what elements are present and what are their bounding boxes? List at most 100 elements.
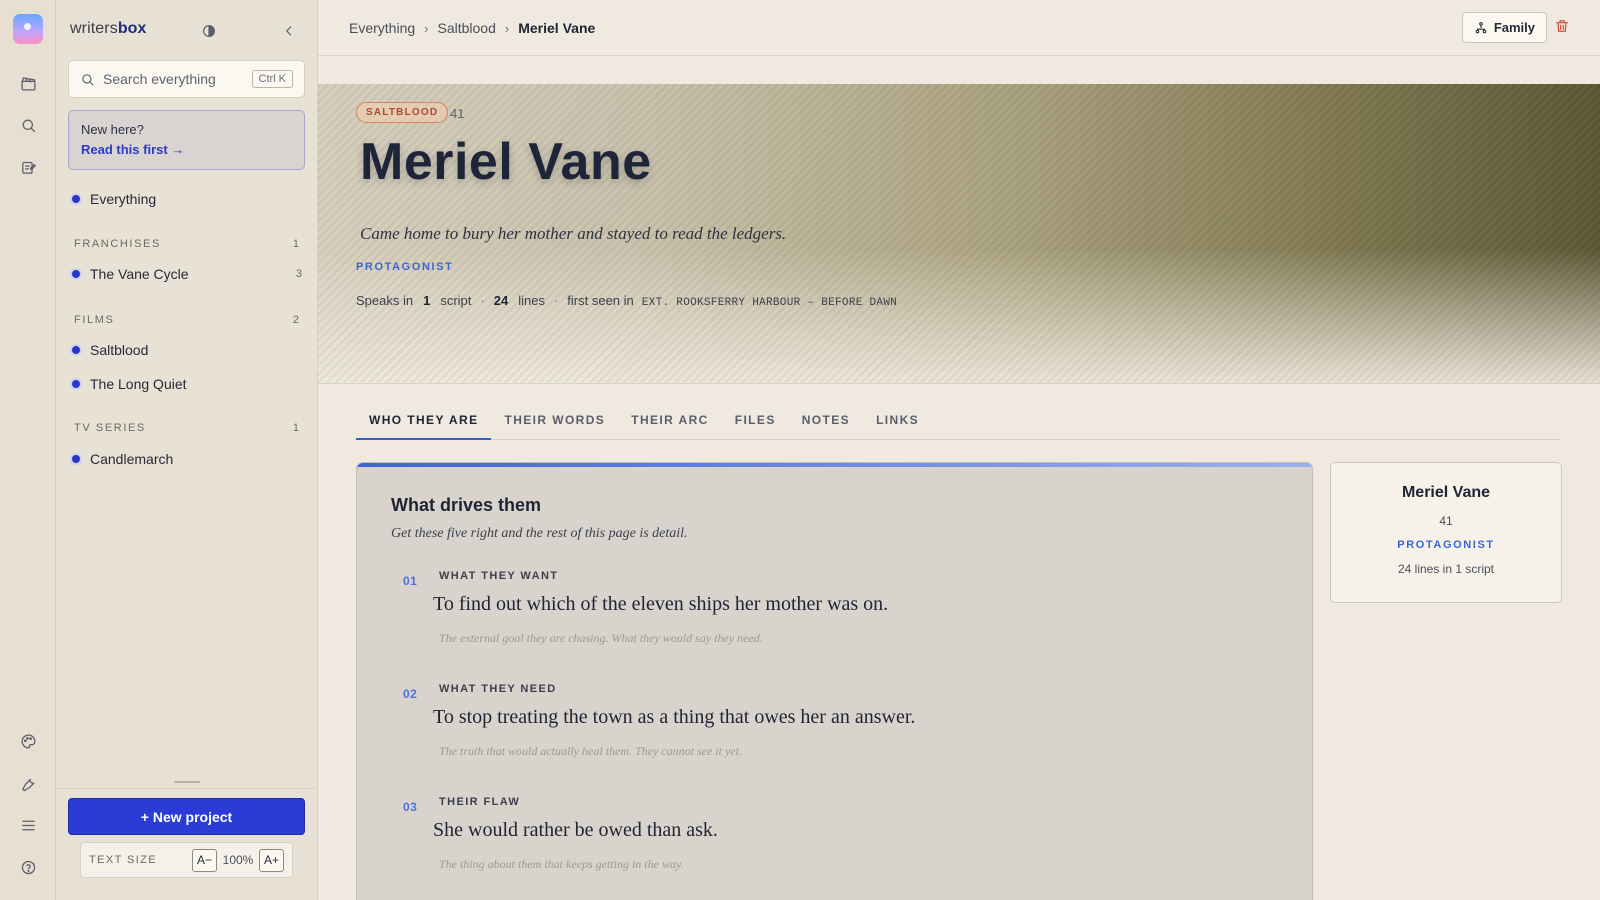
tab-their-words[interactable]: THEIR WORDS — [491, 406, 618, 440]
drive-value[interactable]: She would rather be owed than ask. — [433, 819, 718, 842]
sidebar-item-candlemarch[interactable]: Candlemarch — [72, 451, 173, 467]
brand-plain: writers — [70, 20, 118, 37]
project-dot — [72, 270, 80, 278]
summary-lines: 24 lines in 1 script — [1397, 562, 1495, 576]
resize-handle[interactable] — [174, 781, 200, 783]
delete-icon[interactable] — [1554, 18, 1574, 38]
sidebar-item-everything[interactable]: Everything — [72, 191, 156, 207]
speaks-prefix: Speaks in — [356, 293, 414, 308]
sidebar-item-label: Candlemarch — [90, 451, 174, 467]
sidebar-item-the-long-quiet[interactable]: The Long Quiet — [72, 376, 187, 392]
drives-title: What drives them — [391, 495, 542, 515]
palette-icon[interactable] — [16, 729, 40, 753]
first-seen-prefix: first seen in — [567, 293, 634, 308]
sidebar-item-saltblood[interactable]: Saltblood — [72, 342, 148, 358]
character-age: 41 — [450, 106, 465, 121]
main-content: Everything › Saltblood › Meriel Vane Fam… — [318, 0, 1600, 900]
group-label: FILMS — [74, 314, 115, 326]
collapse-sidebar-icon[interactable] — [278, 20, 300, 42]
search-shortcut-hint: Ctrl K — [251, 70, 293, 88]
clapperboard-icon[interactable] — [16, 71, 40, 95]
group-count: 1 — [292, 422, 299, 434]
drives-subtitle: Get these five right and the rest of thi… — [391, 526, 688, 541]
brand-wordmark[interactable]: writersbox — [70, 20, 147, 38]
family-button-label: Family — [1493, 20, 1535, 35]
sidebar-item-label: Everything — [90, 191, 157, 207]
help-icon[interactable] — [16, 855, 40, 879]
wrench-icon[interactable] — [16, 771, 40, 795]
group-label: TV SERIES — [74, 422, 146, 434]
character-summary-card: Meriel Vane 41 PROTAGONIST 24 lines in 1… — [1330, 462, 1562, 603]
project-dot — [72, 380, 80, 388]
character-role: PROTAGONIST — [356, 261, 454, 273]
sidebar-item-label: The Vane Cycle — [90, 266, 189, 282]
drive-value[interactable]: To stop treating the town as a thing tha… — [433, 706, 915, 729]
stat-separator: · — [480, 293, 485, 308]
breadcrumb-everything[interactable]: Everything — [349, 20, 415, 36]
app-logo[interactable] — [13, 14, 43, 44]
drive-hint: The thing about them that keeps getting … — [439, 857, 684, 871]
divider — [56, 788, 318, 789]
theme-toggle-icon[interactable] — [198, 20, 220, 42]
project-dot — [72, 455, 80, 463]
tab-files[interactable]: FILES — [722, 406, 789, 440]
sidebar-item-label: Saltblood — [90, 342, 149, 358]
tab-their-arc[interactable]: THEIR ARC — [618, 406, 722, 440]
top-bar: Everything › Saltblood › Meriel Vane Fam… — [318, 0, 1600, 56]
summary-name: Meriel Vane — [1401, 484, 1491, 501]
character-name[interactable]: Meriel Vane — [360, 132, 652, 192]
text-size-increase-button[interactable]: A+ — [259, 848, 284, 872]
project-badge[interactable]: SALTBLOOD — [356, 102, 449, 123]
group-count: 1 — [292, 238, 299, 250]
breadcrumb: Everything › Saltblood › Meriel Vane — [349, 20, 595, 36]
new-project-button[interactable]: + New project — [68, 798, 305, 835]
stat-separator: · — [553, 293, 559, 308]
text-size-decrease-button[interactable]: A− — [192, 848, 217, 872]
new-here-callout: New here? Read this first → — [68, 110, 305, 170]
breadcrumb-saltblood[interactable]: Saltblood — [438, 20, 496, 36]
edit-note-icon[interactable] — [16, 155, 40, 179]
search-input[interactable] — [103, 71, 252, 87]
drive-hint: The truth that would actually heal them.… — [439, 744, 742, 758]
search-icon — [82, 73, 94, 85]
lines-count: 24 — [493, 293, 509, 308]
first-seen-scene-link[interactable]: EXT. ROOKSFERRY HARBOUR – BEFORE DAWN — [642, 297, 897, 309]
drive-number: 02 — [403, 687, 418, 701]
drives-card: What drives them Get these five right an… — [356, 462, 1313, 900]
drive-number: 01 — [403, 574, 418, 588]
brand-bold: box — [117, 20, 147, 37]
drive-label: WHAT THEY NEED — [439, 683, 557, 695]
sidebar: writersbox Ctrl K New here? Read this fi… — [56, 0, 318, 900]
character-tagline[interactable]: Came home to bury her mother and stayed … — [360, 224, 786, 244]
item-count: 3 — [295, 268, 302, 280]
drive-label: THEIR FLAW — [439, 796, 521, 808]
tab-who-they-are[interactable]: WHO THEY ARE — [356, 406, 492, 440]
menu-icon[interactable] — [16, 813, 40, 837]
project-dot — [72, 195, 80, 203]
card-accent-bar — [357, 463, 1312, 467]
drive-value[interactable]: To find out which of the eleven ships he… — [433, 593, 888, 616]
tab-links[interactable]: LINKS — [863, 406, 932, 440]
new-here-question: New here? — [81, 122, 144, 137]
text-size-value: 100% — [222, 853, 254, 867]
summary-role: PROTAGONIST — [1397, 539, 1495, 551]
arrow-right-icon: → — [171, 142, 185, 157]
sidebar-item-the-vane-cycle[interactable]: The Vane Cycle 3 — [72, 266, 302, 282]
family-button[interactable]: Family — [1461, 12, 1547, 43]
group-header-tv-series: TV SERIES 1 — [74, 422, 299, 434]
sidebar-item-label: The Long Quiet — [90, 376, 187, 392]
search-icon[interactable] — [16, 113, 40, 137]
summary-age: 41 — [1439, 514, 1453, 528]
project-dot — [72, 346, 80, 354]
breadcrumb-current: Meriel Vane — [518, 20, 596, 36]
speaking-stats: Speaks in 1 script · 24 lines · first se… — [356, 293, 897, 309]
character-hero: SALTBLOOD 41 Meriel Vane Came home to bu… — [318, 84, 1600, 384]
read-this-first-label: Read this first — [81, 142, 168, 157]
group-header-franchises: FRANCHISES 1 — [74, 238, 299, 250]
text-size-control: TEXT SIZE A− 100% A+ — [80, 842, 293, 878]
search-box[interactable]: Ctrl K — [68, 60, 305, 98]
read-this-first-link[interactable]: Read this first → — [81, 142, 292, 157]
tab-notes[interactable]: NOTES — [789, 406, 863, 440]
icon-rail — [0, 0, 56, 900]
text-size-label: TEXT SIZE — [89, 854, 158, 866]
